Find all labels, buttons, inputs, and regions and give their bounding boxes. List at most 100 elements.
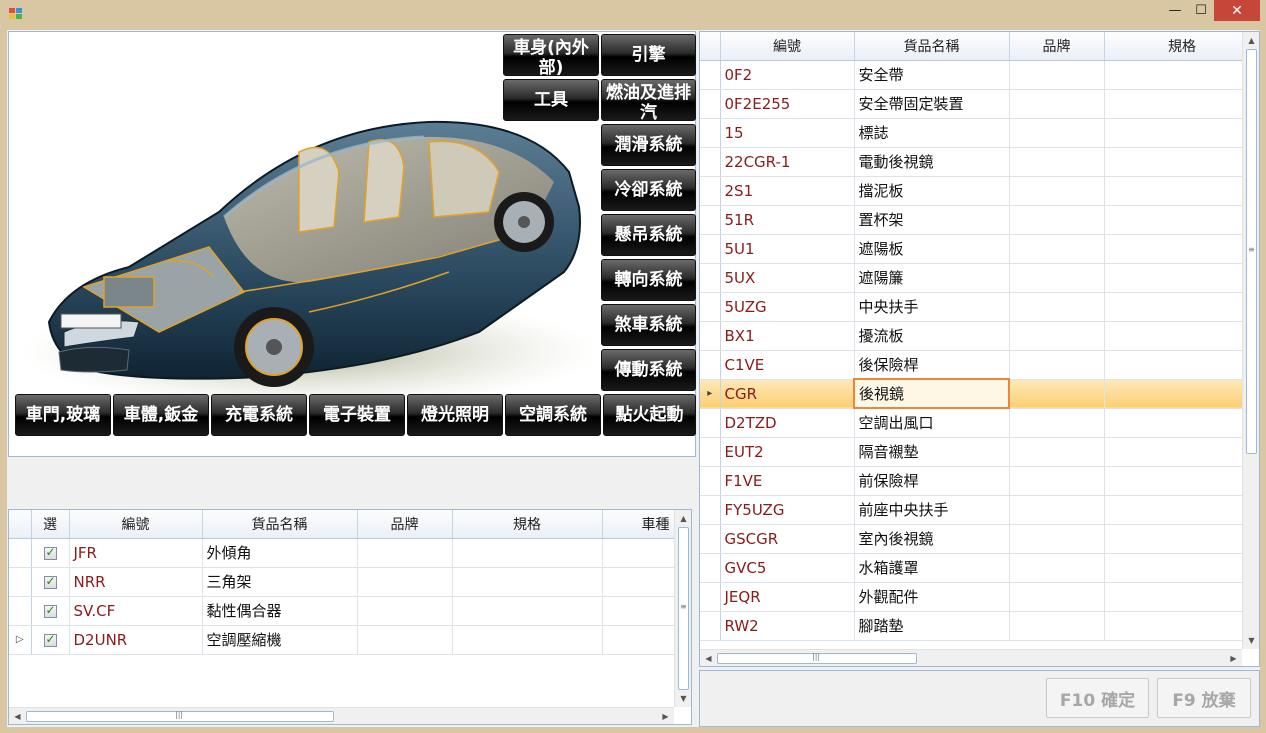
spec-cell[interactable] [1104, 147, 1259, 177]
row-header[interactable] [700, 118, 721, 148]
brand-cell[interactable] [1009, 60, 1105, 90]
checkbox-checked-icon[interactable] [43, 632, 57, 647]
table-row[interactable]: 15 標誌 [700, 118, 1259, 148]
spec-cell[interactable] [1104, 553, 1259, 583]
electronics-button[interactable]: 電子裝置 [309, 394, 405, 436]
row-header[interactable] [700, 292, 721, 322]
engine-button[interactable]: 引擎 [601, 34, 696, 76]
code-cell[interactable]: D2UNR [69, 625, 203, 655]
row-header[interactable] [700, 611, 721, 641]
row-header[interactable] [700, 495, 721, 525]
table-row[interactable]: F1VE 前保險桿 [700, 466, 1259, 496]
table-row[interactable]: ▷ D2UNR空調壓縮機 [9, 625, 691, 655]
table-row[interactable]: JFR外傾角 [9, 538, 691, 568]
column-header-name[interactable]: 貨品名稱 [202, 510, 358, 539]
suspension-system-button[interactable]: 懸吊系統 [601, 214, 696, 256]
row-header[interactable] [700, 176, 721, 206]
selected-grid-horizontal-scrollbar[interactable]: ◀ ||| ▶ [9, 707, 674, 724]
ignition-start-button[interactable]: 點火起動 [603, 394, 696, 436]
select-cell[interactable] [31, 596, 70, 626]
spec-cell[interactable] [1104, 437, 1259, 467]
brake-system-button[interactable]: 煞車系統 [601, 304, 696, 346]
table-row[interactable]: 2S1 擋泥板 [700, 176, 1259, 206]
spec-cell[interactable] [1104, 379, 1259, 409]
name-cell[interactable]: 遮陽板 [854, 234, 1010, 264]
table-row[interactable]: FY5UZG 前座中央扶手 [700, 495, 1259, 525]
spec-cell[interactable] [1104, 176, 1259, 206]
scroll-up-arrow-icon[interactable]: ▲ [675, 510, 691, 527]
name-cell[interactable]: 後視鏡 [853, 378, 1010, 409]
name-cell[interactable]: 安全帶 [854, 60, 1010, 90]
code-cell[interactable]: F1VE [720, 466, 855, 496]
brand-cell[interactable] [1009, 524, 1105, 554]
select-cell[interactable] [31, 567, 70, 597]
brand-cell[interactable] [1009, 147, 1105, 177]
column-header-select[interactable]: 選 [31, 510, 70, 539]
table-row[interactable]: GSCGR 室內後視鏡 [700, 524, 1259, 554]
row-header[interactable] [700, 408, 721, 438]
spec-cell[interactable] [1104, 495, 1259, 525]
transmission-system-button[interactable]: 傳動系統 [601, 349, 696, 391]
code-cell[interactable]: JFR [69, 538, 203, 568]
name-cell[interactable]: 前保險桿 [854, 466, 1010, 496]
table-row[interactable]: 5U1 遮陽板 [700, 234, 1259, 264]
steering-system-button[interactable]: 轉向系統 [601, 259, 696, 301]
scroll-right-arrow-icon[interactable]: ▶ [657, 708, 674, 724]
scroll-left-arrow-icon[interactable]: ◀ [700, 650, 717, 666]
brand-cell[interactable] [1009, 205, 1105, 235]
code-cell[interactable]: D2TZD [720, 408, 855, 438]
spec-cell[interactable] [1104, 466, 1259, 496]
spec-cell[interactable] [1104, 350, 1259, 380]
table-row[interactable]: D2TZD 空調出風口 [700, 408, 1259, 438]
cancel-button[interactable]: F9 放棄 [1157, 678, 1251, 718]
code-cell[interactable]: SV.CF [69, 596, 203, 626]
table-row[interactable]: 51R 置杯架 [700, 205, 1259, 235]
spec-cell[interactable] [452, 596, 603, 626]
brand-cell[interactable] [1009, 408, 1105, 438]
row-header[interactable] [700, 582, 721, 612]
select-cell[interactable] [31, 625, 70, 655]
brand-cell[interactable] [1009, 553, 1105, 583]
row-header[interactable] [700, 524, 721, 554]
brand-cell[interactable] [357, 567, 453, 597]
row-header[interactable]: ▷ [9, 625, 32, 655]
charging-system-button[interactable]: 充電系統 [211, 394, 307, 436]
name-cell[interactable]: 室內後視鏡 [854, 524, 1010, 554]
table-row[interactable]: 0F2 安全帶 [700, 60, 1259, 90]
spec-cell[interactable] [1104, 118, 1259, 148]
scroll-right-arrow-icon[interactable]: ▶ [1225, 650, 1242, 666]
brand-cell[interactable] [1009, 89, 1105, 119]
code-cell[interactable]: 0F2E255 [720, 89, 855, 119]
spec-cell[interactable] [1104, 205, 1259, 235]
code-cell[interactable]: EUT2 [720, 437, 855, 467]
brand-cell[interactable] [357, 538, 453, 568]
name-cell[interactable]: 擋泥板 [854, 176, 1010, 206]
column-header-code[interactable]: 編號 [720, 32, 855, 61]
brand-cell[interactable] [1009, 611, 1105, 641]
table-row[interactable]: C1VE 後保險桿 [700, 350, 1259, 380]
row-header[interactable] [700, 60, 721, 90]
table-row[interactable]: BX1 擾流板 [700, 321, 1259, 351]
brand-cell[interactable] [1009, 466, 1105, 496]
body-inner-outer-button[interactable]: 車身(內外部) [503, 34, 599, 76]
row-header[interactable] [700, 321, 721, 351]
code-cell[interactable]: JEQR [720, 582, 855, 612]
parts-grid-horizontal-scrollbar[interactable]: ◀ ||| ▶ [700, 649, 1242, 666]
code-cell[interactable]: 5U1 [720, 234, 855, 264]
name-cell[interactable]: 標誌 [854, 118, 1010, 148]
code-cell[interactable]: GVC5 [720, 553, 855, 583]
checkbox-checked-icon[interactable] [43, 574, 57, 589]
code-cell[interactable]: 2S1 [720, 176, 855, 206]
code-cell[interactable]: 22CGR-1 [720, 147, 855, 177]
row-header[interactable] [700, 147, 721, 177]
name-cell[interactable]: 置杯架 [854, 205, 1010, 235]
table-row[interactable]: EUT2 隔音襯墊 [700, 437, 1259, 467]
brand-cell[interactable] [1009, 350, 1105, 380]
brand-cell[interactable] [357, 625, 453, 655]
code-cell[interactable]: 15 [720, 118, 855, 148]
brand-cell[interactable] [1009, 292, 1105, 322]
name-cell[interactable]: 後保險桿 [854, 350, 1010, 380]
body-sheet-metal-button[interactable]: 車體,鈑金 [113, 394, 209, 436]
selected-grid-vertical-scrollbar[interactable]: ▲ ≡ ▼ [674, 510, 691, 707]
column-header-spec[interactable]: 規格 [1104, 32, 1259, 61]
